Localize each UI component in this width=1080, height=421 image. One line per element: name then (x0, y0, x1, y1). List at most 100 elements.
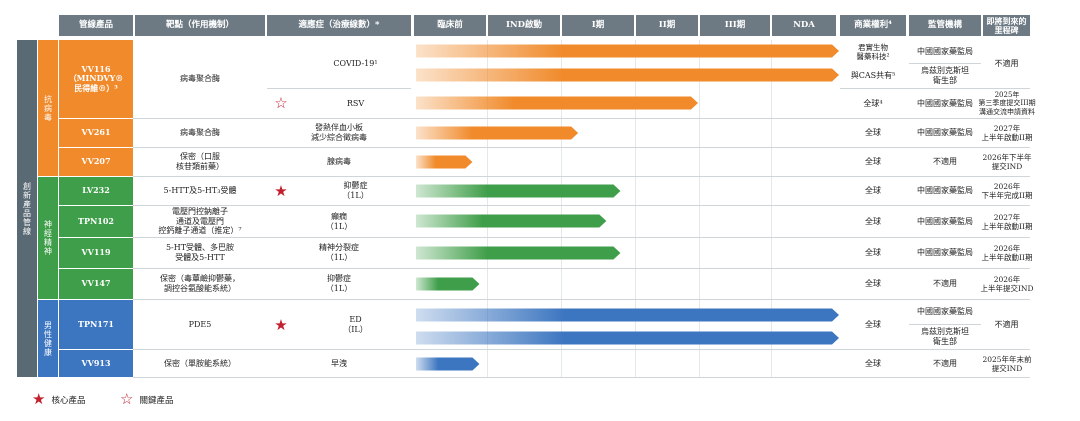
product-vv207: VV207 (59, 148, 133, 176)
key-star-icon: ☆ (120, 390, 134, 408)
header-indication: 適應症（治療線數）* (267, 15, 411, 36)
header-nda: NDA (772, 15, 836, 36)
regulator-tpn171-uz: 烏茲別克斯坦 衛生部 (921, 327, 969, 346)
header-phase1: I期 (562, 15, 634, 36)
indication-lv232: 抑鬱症 （1L） (342, 181, 369, 200)
target-vv913: 保密（單胺能系統） (164, 358, 236, 368)
product-tpn171: TPN171 (59, 300, 133, 349)
indication-rsv: RSV (346, 98, 365, 108)
pipeline-bar-vv116 (416, 96, 698, 110)
milestone-vv147: 2026年 上半年提交IND (980, 275, 1034, 293)
product-vv261: VV261 (59, 119, 133, 147)
rights-covid-cn: 君實生物 醫藥科技² (856, 42, 890, 61)
product-tpn102: TPN102 (59, 206, 133, 237)
target-vv119: 5-HT受體、多巴胺 受體及5-HTT (165, 243, 235, 262)
product-vv147: VV147 (59, 269, 133, 299)
milestone-rsv: 2025年 第三季度提交III期 溝通交流申請資料 (978, 90, 1036, 116)
legend-key: ☆ 關鍵產品 (120, 392, 173, 407)
pipeline-bar-vv261 (416, 126, 579, 140)
regulator-vv147: 不適用 (933, 279, 957, 289)
group-cns-bar: 神經精神 (38, 177, 58, 299)
indication-vv913: 早洩 (331, 358, 347, 368)
legend-core: ★ 核心產品 (32, 392, 85, 407)
milestone-tpn102: 2027年 上半年啟動II期 (981, 212, 1033, 231)
group-antiviral-label: 抗病毒 (43, 94, 53, 122)
legend-key-label: 關鍵產品 (139, 395, 174, 406)
target-vv261: 病毒聚合酶 (180, 128, 220, 138)
pipeline-bar-lv232 (416, 184, 621, 198)
rights-vv147: 全球 (865, 279, 881, 289)
header-rights: 商業權利⁴ (840, 15, 906, 36)
product-vv913: VV913 (59, 350, 133, 377)
regulator-vv913: 不適用 (933, 358, 957, 368)
group-main-label: 創新產品管線 (22, 181, 32, 236)
regulator-covid-cn: 中國國家藥監局 (917, 46, 973, 56)
target-vv207: 保密（口服 核苷類前藥） (176, 152, 224, 171)
core-star-icon: ★ (32, 390, 46, 408)
group-main-bar: 創新產品管線 (17, 40, 37, 377)
rights-tpn171: 全球 (865, 319, 881, 329)
header-regulator: 監管機構 (909, 15, 981, 36)
indication-tpn171: ED （IL） (343, 314, 368, 334)
target-tpn171: PDE5 (188, 319, 212, 329)
regulator-tpn102: 中國國家藥監局 (917, 216, 973, 226)
rights-vv207: 全球 (865, 157, 881, 167)
milestone-vv261: 2027年 上半年啟動II期 (981, 124, 1033, 142)
header-phase2: II期 (636, 15, 698, 36)
legend-core-label: 核心產品 (51, 395, 86, 406)
rights-covid-uz: 與CAS共有⁵ (850, 71, 896, 81)
rights-rsv: 全球⁴ (863, 98, 883, 108)
header-product: 管線產品 (59, 15, 133, 36)
milestone-tpn171: 不適用 (994, 319, 1019, 329)
target-vv147: 保密（毒蕈鹼抑鬱藥， 調控谷氨酸能系統） (160, 274, 240, 293)
rights-lv232: 全球 (865, 186, 881, 196)
milestone-vv913: 2025年年末前 提交IND (982, 354, 1032, 373)
milestone-vv207: 2026年下半年 提交IND (982, 153, 1032, 171)
core-product-star-icon: ★ (274, 181, 288, 200)
pipeline-bar-vv116 (416, 44, 839, 58)
header-target: 靶點（作用機制） (135, 15, 265, 36)
target-vv116: 病毒聚合酶 (180, 74, 220, 84)
target-tpn102: 電壓門控鈉離子 通道及電壓門 控鈣離子通道（推定）⁷ (158, 207, 242, 236)
header-preclinical: 臨床前 (414, 15, 486, 36)
pipeline-bar-tpn171 (416, 308, 839, 322)
indication-tpn102: 癲癇 （1L） (325, 211, 353, 231)
milestone-lv232: 2026年 下半年完成II期 (981, 182, 1033, 200)
product-lv232: LV232 (59, 177, 133, 205)
pipeline-bar-vv147 (416, 277, 480, 291)
regulator-rsv: 中國國家藥監局 (917, 98, 973, 108)
rights-tpn102: 全球 (865, 216, 881, 226)
indication-covid: COVID-19¹ (333, 59, 378, 69)
product-vv119: VV119 (59, 238, 133, 268)
rights-vv261: 全球 (865, 128, 881, 138)
header-phase3: III期 (700, 15, 770, 36)
pipeline-bar-vv119 (416, 246, 621, 260)
regulator-covid-uz: 烏茲別克斯坦 衛生部 (921, 66, 969, 85)
indication-vv147: 抑鬱症 （1L） (325, 274, 353, 293)
indication-vv119: 精神分裂症 （1L） (319, 243, 359, 262)
pipeline-bar-vv207 (416, 155, 473, 169)
regulator-vv119: 中國國家藥監局 (917, 248, 973, 258)
target-lv232: 5-HTT及5-HT₃受體 (163, 186, 237, 196)
key-product-star-icon: ☆ (274, 93, 288, 112)
group-antiviral-bar: 抗病毒 (38, 40, 58, 176)
pipeline-bar-tpn102 (416, 214, 607, 228)
rights-vv913: 全球 (865, 358, 881, 368)
product-vv116: VV116 （MINDVY® 民得維®）³ (59, 40, 133, 118)
regulator-vv207: 不適用 (933, 157, 957, 167)
indication-vv207: 腺病毒 (327, 157, 351, 167)
regulator-lv232: 中國國家藥監局 (917, 186, 973, 196)
header-milestone: 即將到來的 里程碑 (983, 15, 1030, 36)
header-ind: IND啟動 (488, 15, 560, 36)
core-product-star-icon: ★ (274, 315, 288, 334)
pipeline-bar-tpn171 (416, 331, 839, 345)
group-mens-label: 男性健康 (43, 320, 53, 357)
milestone-covid: 不適用 (994, 59, 1019, 69)
pipeline-bar-vv913 (416, 357, 480, 371)
regulator-tpn171-cn: 中國國家藥監局 (917, 307, 973, 317)
rights-vv119: 全球 (865, 248, 881, 258)
indication-vv261: 發熱伴血小板 減少綜合徵病毒 (311, 123, 367, 142)
group-mens-bar: 男性健康 (38, 300, 58, 377)
pipeline-bar-vv116 (416, 68, 839, 82)
milestone-vv119: 2026年 上半年啟動II期 (981, 244, 1033, 262)
